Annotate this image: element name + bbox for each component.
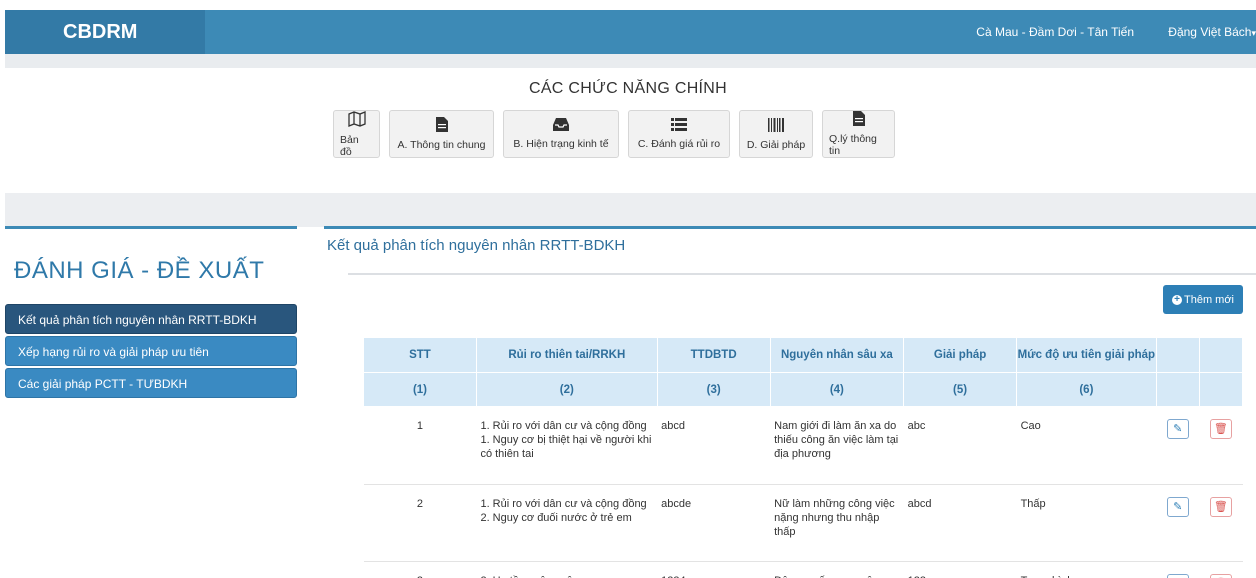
location-link[interactable]: Cà Mau - Đầm Dơi - Tân Tiến bbox=[976, 10, 1134, 54]
sidebar-top-border bbox=[5, 226, 297, 229]
function-toolbar: Bản đồ A. Thông tin chung B. Hiện trạng … bbox=[333, 110, 895, 158]
add-new-button[interactable]: + Thêm mới bbox=[1163, 285, 1243, 314]
plus-circle-icon: + bbox=[1172, 294, 1182, 305]
column-header-cause: Nguyên nhân sâu xa bbox=[769, 337, 905, 373]
user-menu[interactable]: Đặng Việt Bách▾ bbox=[1168, 10, 1256, 55]
cell-priority: Thấp bbox=[1016, 484, 1157, 562]
trash-icon[interactable]: 🗑 bbox=[1209, 574, 1232, 578]
main-content: Kết quả phân tích nguyên nhân RRTT-BDKH … bbox=[324, 226, 1256, 578]
cell-cause: Nữ làm những công việc nặng nhưng thu nh… bbox=[770, 484, 904, 562]
trash-icon[interactable]: 🗑 bbox=[1209, 419, 1232, 439]
cell-edit: ✎ bbox=[1156, 406, 1200, 485]
table-row: 3 2. Hạ tầng công cộng 1234 Dân cư sống … bbox=[363, 561, 1243, 578]
column-number: (6) bbox=[1016, 372, 1157, 407]
column-header-delete bbox=[1198, 337, 1244, 373]
column-number-empty bbox=[1155, 372, 1200, 407]
add-new-label: Thêm mới bbox=[1184, 293, 1234, 306]
cell-risk: 2. Hạ tầng công cộng bbox=[476, 561, 658, 578]
page: CBDRM Cà Mau - Đầm Dơi - Tân Tiến Đặng V… bbox=[0, 0, 1256, 578]
cell-delete: 🗑 bbox=[1199, 406, 1243, 485]
table-row: 1 1. Rủi ro với dân cư và cộng đồng 1. N… bbox=[363, 406, 1243, 485]
file-icon bbox=[435, 117, 448, 137]
table-row: 2 1. Rủi ro với dân cư và cộng đồng 2. N… bbox=[363, 484, 1243, 562]
risk-assessment-label: C. Đánh giá rủi ro bbox=[637, 138, 721, 150]
cell-edit: ✎ bbox=[1156, 561, 1200, 578]
sidebar-item-cause-analysis[interactable]: Kết quả phân tích nguyên nhân RRTT-BDKH bbox=[5, 304, 297, 334]
cell-priority: Cao bbox=[1016, 406, 1157, 485]
trash-icon[interactable]: 🗑 bbox=[1209, 497, 1232, 517]
column-number: (3) bbox=[656, 372, 771, 407]
cell-ttdbtd: abcde bbox=[657, 484, 771, 562]
cell-ttdbtd: abcd bbox=[657, 406, 771, 485]
list-icon bbox=[671, 118, 687, 136]
cell-solution: abc bbox=[903, 406, 1017, 485]
cell-risk: 1. Rủi ro với dân cư và cộng đồng 2. Ngu… bbox=[476, 484, 658, 562]
cell-stt: 2 bbox=[363, 484, 477, 562]
table-header-row: STT Rủi ro thiên tai/RRKH TTDBTD Nguyên … bbox=[363, 337, 1244, 373]
column-header-risk: Rủi ro thiên tai/RRKH bbox=[475, 337, 658, 373]
user-name: Đặng Việt Bách bbox=[1168, 25, 1252, 39]
column-header-edit bbox=[1155, 337, 1200, 373]
barcode-icon bbox=[768, 117, 784, 137]
cell-edit: ✎ bbox=[1156, 484, 1200, 562]
map-icon bbox=[347, 110, 366, 132]
edit-icon[interactable]: ✎ bbox=[1166, 419, 1189, 439]
economy-status-label: B. Hiện trạng kinh tế bbox=[513, 138, 609, 150]
info-management-label: Q.lý thông tin bbox=[829, 133, 877, 157]
file-icon bbox=[852, 111, 865, 131]
cell-solution: abcd bbox=[903, 484, 1017, 562]
cell-stt: 1 bbox=[363, 406, 477, 485]
column-header-solution: Giải pháp bbox=[903, 337, 1018, 373]
column-number: (4) bbox=[769, 372, 905, 407]
functions-title: CÁC CHỨC NĂNG CHÍNH bbox=[528, 80, 728, 97]
sidebar-item-risk-ranking[interactable]: Xếp hạng rủi ro và giải pháp ưu tiên bbox=[5, 336, 297, 366]
economy-status-button[interactable]: B. Hiện trạng kinh tế bbox=[503, 110, 619, 158]
header-divider bbox=[5, 54, 1256, 68]
section-divider bbox=[5, 193, 1256, 227]
cell-risk: 1. Rủi ro với dân cư và cộng đồng 1. Ngu… bbox=[476, 406, 658, 485]
content-top-border bbox=[324, 226, 1256, 229]
cell-solution: 123 bbox=[903, 561, 1017, 578]
edit-icon[interactable]: ✎ bbox=[1166, 497, 1189, 517]
sidebar: ĐÁNH GIÁ - ĐỀ XUẤT Kết quả phân tích ngu… bbox=[5, 226, 297, 400]
column-number-empty bbox=[1198, 372, 1244, 407]
risk-assessment-button[interactable]: C. Đánh giá rủi ro bbox=[628, 110, 730, 158]
cell-ttdbtd: 1234 bbox=[657, 561, 771, 578]
risk-detail: 2. Nguy cơ đuối nước ở trẻ em bbox=[480, 512, 632, 524]
solution-label: D. Giải pháp bbox=[746, 138, 806, 151]
map-button[interactable]: Bản đồ bbox=[333, 110, 380, 158]
cell-delete: 🗑 bbox=[1199, 561, 1243, 578]
title-divider bbox=[348, 273, 1256, 275]
cell-priority: Trung bình bbox=[1016, 561, 1157, 578]
column-header-stt: STT bbox=[363, 337, 477, 373]
edit-icon[interactable]: ✎ bbox=[1166, 574, 1189, 578]
top-navbar: CBDRM Cà Mau - Đầm Dơi - Tân Tiến Đặng V… bbox=[5, 10, 1256, 54]
solution-button[interactable]: D. Giải pháp bbox=[739, 110, 813, 158]
map-button-label: Bản đồ bbox=[340, 133, 359, 158]
column-header-priority: Mức độ ưu tiên giải pháp bbox=[1016, 337, 1157, 373]
brand-logo[interactable]: CBDRM bbox=[5, 10, 205, 54]
column-header-ttdbtd: TTDBTD bbox=[656, 337, 771, 373]
risk-group: 1. Rủi ro với dân cư và cộng đồng bbox=[480, 498, 647, 510]
general-info-button[interactable]: A. Thông tin chung bbox=[389, 110, 494, 158]
risk-group: 1. Rủi ro với dân cư và cộng đồng bbox=[480, 420, 647, 432]
caret-down-icon: ▾ bbox=[1251, 28, 1256, 38]
sidebar-item-pctt-solutions[interactable]: Các giải pháp PCTT - TƯBDKH bbox=[5, 368, 297, 398]
sidebar-menu: Kết quả phân tích nguyên nhân RRTT-BDKH … bbox=[5, 304, 297, 398]
results-table: STT Rủi ro thiên tai/RRKH TTDBTD Nguyên … bbox=[363, 337, 1244, 578]
table-number-row: (1) (2) (3) (4) (5) (6) bbox=[363, 372, 1244, 407]
column-number: (5) bbox=[903, 372, 1018, 407]
cell-cause: Nam giới đi làm ăn xa do thiếu công ăn v… bbox=[770, 406, 904, 485]
info-management-button[interactable]: Q.lý thông tin bbox=[822, 110, 895, 158]
column-number: (1) bbox=[363, 372, 477, 407]
sidebar-title: ĐÁNH GIÁ - ĐỀ XUẤT bbox=[14, 257, 265, 284]
inbox-icon bbox=[553, 118, 569, 136]
general-info-label: A. Thông tin chung bbox=[397, 139, 486, 151]
cell-stt: 3 bbox=[363, 561, 477, 578]
cell-delete: 🗑 bbox=[1199, 484, 1243, 562]
page-title: Kết quả phân tích nguyên nhân RRTT-BDKH bbox=[327, 237, 626, 254]
column-number: (2) bbox=[475, 372, 658, 407]
risk-detail: 1. Nguy cơ bị thiệt hại về người khi có … bbox=[480, 434, 652, 460]
cell-cause: Dân cư sống ven sông bbox=[770, 561, 904, 578]
